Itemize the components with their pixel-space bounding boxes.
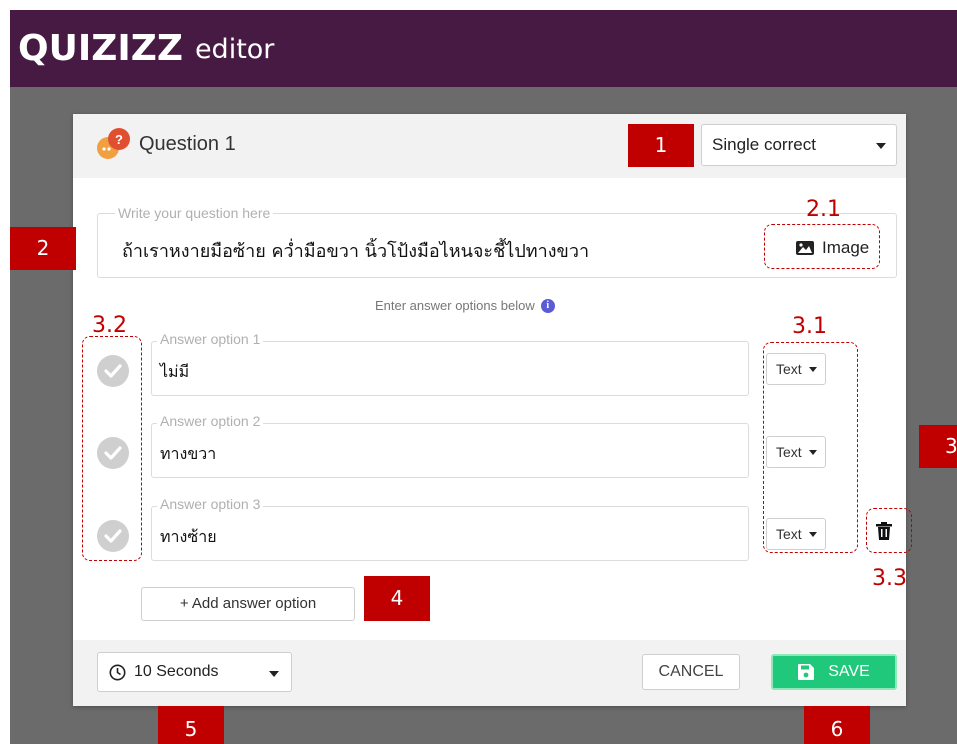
answers-hint-text: Enter answer options below xyxy=(375,298,535,313)
annotation-label: 3.1 xyxy=(792,314,827,339)
annotation-marker: 2 xyxy=(10,227,76,270)
answer-option-input[interactable]: ไม่มี xyxy=(151,341,749,396)
time-limit-value: 10 Seconds xyxy=(134,663,219,680)
chevron-down-icon xyxy=(876,143,886,149)
answer-placeholder: Answer option 1 xyxy=(157,331,264,347)
annotation-marker: 4 xyxy=(364,576,430,621)
annotation-label: 3.3 xyxy=(872,566,907,591)
save-button-label: SAVE xyxy=(828,663,870,680)
answer-option-input[interactable]: ทางซ้าย xyxy=(151,506,749,561)
annotation-marker: 6 xyxy=(804,706,870,744)
svg-text:?: ? xyxy=(115,132,123,147)
annotation-label: 2.1 xyxy=(806,197,841,222)
clock-icon xyxy=(109,664,126,681)
floppy-disk-icon xyxy=(798,664,815,680)
answer-option-input[interactable]: ทางขวา xyxy=(151,423,749,478)
question-type-select[interactable]: Single correct xyxy=(701,124,897,166)
annotation-marker: 5 xyxy=(158,706,224,744)
annotation-outline xyxy=(763,342,858,553)
answer-placeholder: Answer option 2 xyxy=(157,413,264,429)
question-type-value: Single correct xyxy=(712,135,816,154)
time-limit-select[interactable]: 10 Seconds xyxy=(97,652,292,692)
annotation-outline xyxy=(82,336,142,561)
answer-text: ไม่มี xyxy=(160,362,190,381)
question-header: ? Question 1 Single correct xyxy=(73,114,906,178)
question-placeholder: Write your question here xyxy=(115,205,274,221)
annotation-outline xyxy=(764,224,880,269)
add-answer-option-button[interactable]: + Add answer option xyxy=(141,587,355,621)
editor-title: editor xyxy=(194,34,275,65)
quizizz-logo: QUIZIZZ xyxy=(18,28,183,69)
annotation-label: 3.2 xyxy=(92,313,127,338)
question-text: ถ้าเราหงายมือซ้าย คว่ำมือขวา นิ้วโป้งมือ… xyxy=(122,241,590,262)
save-button[interactable]: SAVE xyxy=(771,654,897,690)
chevron-down-icon xyxy=(269,671,279,677)
answer-placeholder: Answer option 3 xyxy=(157,496,264,512)
annotation-marker: 3 xyxy=(919,425,957,468)
cancel-button[interactable]: CANCEL xyxy=(642,654,740,690)
answer-text: ทางซ้าย xyxy=(160,527,217,546)
app-header: QUIZIZZ editor xyxy=(10,10,957,87)
question-bubble-icon: ? xyxy=(95,126,131,162)
annotation-marker: 1 xyxy=(628,124,694,167)
answer-text: ทางขวา xyxy=(160,444,217,463)
question-title: Question 1 xyxy=(139,133,236,155)
question-footer: 10 Seconds CANCEL SAVE xyxy=(73,640,906,706)
annotation-outline xyxy=(866,508,912,553)
info-icon[interactable]: i xyxy=(540,298,555,313)
answers-hint: Enter answer options below i xyxy=(375,298,555,313)
